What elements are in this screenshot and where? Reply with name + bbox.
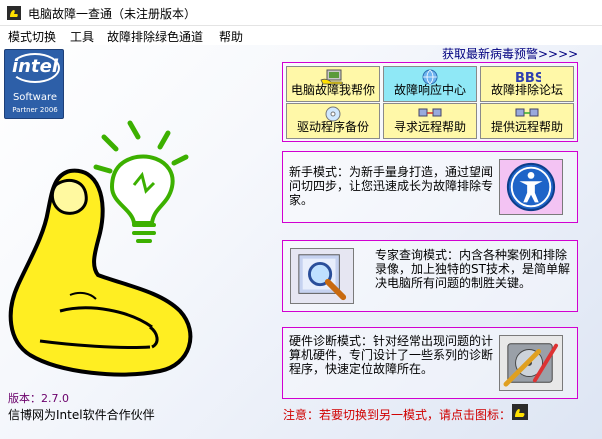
provide-remote-help-button[interactable]: 提供远程帮助 [480,103,574,139]
magnifier-icon [298,254,347,301]
intel-line2: Partner 2006 [12,106,58,114]
intel-line1: Software [12,92,58,103]
button-label: 驱动程序备份 [296,120,369,134]
driver-backup-button[interactable]: 驱动程序备份 [286,103,380,139]
virus-alert-link[interactable]: 获取最新病毒预警>>>> [442,45,578,62]
expert-mode-description: 专家查询模式：内含各种案例和排除录像，加上独特的ST技术，是简单解决电脑所有问题… [375,248,570,290]
hardware-mode-button[interactable] [499,335,563,391]
intel-software-partner-logo: intel Software Partner 2006 [4,49,64,119]
hardware-mode-panel: 硬件诊断模式：针对经常出现问题的计算机硬件，专门设计了一些系列的诊断程序，快速定… [282,327,578,399]
app-icon[interactable] [6,5,22,21]
button-label: 电脑故障我帮你 [290,83,375,97]
menu-mode-switch[interactable]: 模式切换 [8,28,56,45]
menu-green-channel[interactable]: 故障排除绿色通道 [107,28,203,45]
button-label: 寻求远程帮助 [393,120,466,134]
button-label: 故障排除论坛 [490,83,563,97]
mode-switch-thumb-icon[interactable] [512,404,528,420]
button-label: 故障响应中心 [393,83,466,97]
mascot-thumb-lightbulb-icon [8,120,193,377]
version-label: 版本：2.7.0 [8,392,69,405]
title-bar: 电脑故障一查通（未注册版本） [0,0,602,26]
mode-switch-notice: 注意：若要切换到另一模式，请点击图标： [283,408,512,422]
menu-tools[interactable]: 工具 [70,28,94,45]
hard-drive-tools-icon [503,343,558,387]
hardware-mode-description: 硬件诊断模式：针对经常出现问题的计算机硬件，专门设计了一些系列的诊断程序，快速定… [289,334,494,376]
expert-mode-panel: 专家查询模式：内含各种案例和排除录像，加上独特的ST技术，是简单解决电脑所有问题… [282,240,578,312]
menu-bar: 模式切换 工具 故障排除绿色通道 帮助 [0,26,602,45]
fault-forum-button[interactable]: BBS 故障排除论坛 [480,66,574,102]
accessibility-person-icon [506,162,556,212]
partner-label: 信博网为Intel软件合作伙伴 [8,408,155,422]
intel-brand: intel [12,56,58,77]
fault-response-center-button[interactable]: 故障响应中心 [383,66,477,102]
expert-mode-button[interactable] [290,248,354,304]
request-remote-help-button[interactable]: 寻求远程帮助 [383,103,477,139]
pc-fault-help-button[interactable]: 电脑故障我帮你 [286,66,380,102]
main-panel: intel Software Partner 2006 获取最新病毒预警>>>> [0,45,602,439]
beginner-mode-panel: 新手模式：为新手量身打造，通过望闻问切四步，让您迅速成长为故障排除专家。 [282,151,578,223]
window-title: 电脑故障一查通（未注册版本） [28,7,197,21]
tool-button-panel: 电脑故障我帮你 故障响应中心 BBS 故障排除论坛 驱动程序备份 寻求远程帮助 … [282,62,578,142]
button-label: 提供远程帮助 [490,120,563,134]
menu-help[interactable]: 帮助 [219,28,243,45]
beginner-mode-button[interactable] [499,159,563,215]
beginner-mode-description: 新手模式：为新手量身打造，通过望闻问切四步，让您迅速成长为故障排除专家。 [289,165,494,207]
